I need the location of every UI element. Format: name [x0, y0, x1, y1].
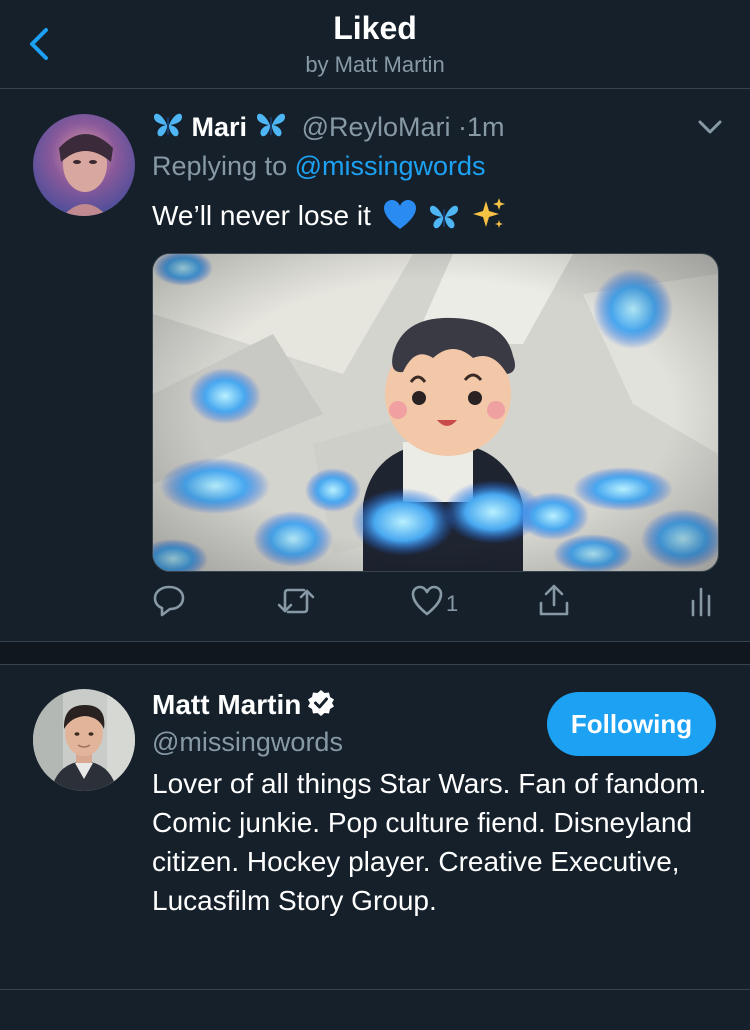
- chevron-down-icon[interactable]: [696, 117, 724, 137]
- heart-icon[interactable]: [410, 583, 444, 619]
- profile-handle[interactable]: @missingwords: [152, 727, 343, 758]
- blue-heart-emoji-icon: [383, 200, 416, 229]
- butterfly-emoji-icon: [256, 113, 285, 137]
- following-button[interactable]: Following: [547, 692, 716, 756]
- section-divider: [0, 642, 750, 665]
- tweet-actions: 1: [0, 583, 750, 623]
- top-bar: Liked by Matt Martin: [0, 0, 750, 89]
- page-background: [0, 990, 750, 1030]
- verified-badge-icon: [308, 690, 335, 716]
- profile-card[interactable]: Matt Martin @missingwords Following Love…: [0, 665, 750, 990]
- profile-name-text: Matt Martin: [152, 689, 302, 720]
- tweet-header: Mari @ReyloMari ·1m: [152, 111, 505, 143]
- tweet-author-name[interactable]: Mari: [192, 112, 248, 142]
- liked-tweet[interactable]: Mari @ReyloMari ·1m Replying to @missing…: [0, 89, 750, 642]
- tweet-timestamp[interactable]: 1m: [467, 112, 505, 142]
- analytics-icon[interactable]: [688, 583, 714, 619]
- media-illustration: [153, 254, 718, 571]
- separator-dot: ·: [458, 112, 468, 142]
- retweet-icon[interactable]: [276, 583, 316, 619]
- butterfly-emoji-icon: [430, 205, 459, 229]
- replying-to-label: Replying to: [152, 151, 288, 181]
- tweet-text: We’ll never lose it: [152, 197, 506, 232]
- avatar-image: [33, 114, 135, 216]
- avatar[interactable]: [33, 689, 135, 791]
- page-title: Liked: [333, 10, 417, 46]
- tweet-body: We’ll never lose it: [152, 200, 371, 231]
- mention-link[interactable]: @missingwords: [295, 151, 486, 181]
- avatar-image: [33, 689, 135, 791]
- page-subtitle: by Matt Martin: [305, 52, 445, 77]
- avatar[interactable]: [33, 114, 135, 216]
- profile-bio: Lover of all things Star Wars. Fan of fa…: [152, 768, 707, 916]
- reply-icon[interactable]: [152, 583, 186, 619]
- tweet-author-handle[interactable]: @ReyloMari: [302, 112, 451, 142]
- sparkles-emoji-icon: [473, 198, 506, 228]
- like-count: 1: [446, 591, 459, 616]
- butterfly-emoji-icon: [154, 113, 182, 137]
- replying-to: Replying to @missingwords: [152, 151, 486, 182]
- share-icon[interactable]: [537, 583, 571, 619]
- profile-name[interactable]: Matt Martin: [152, 689, 335, 721]
- tweet-media[interactable]: [152, 253, 719, 572]
